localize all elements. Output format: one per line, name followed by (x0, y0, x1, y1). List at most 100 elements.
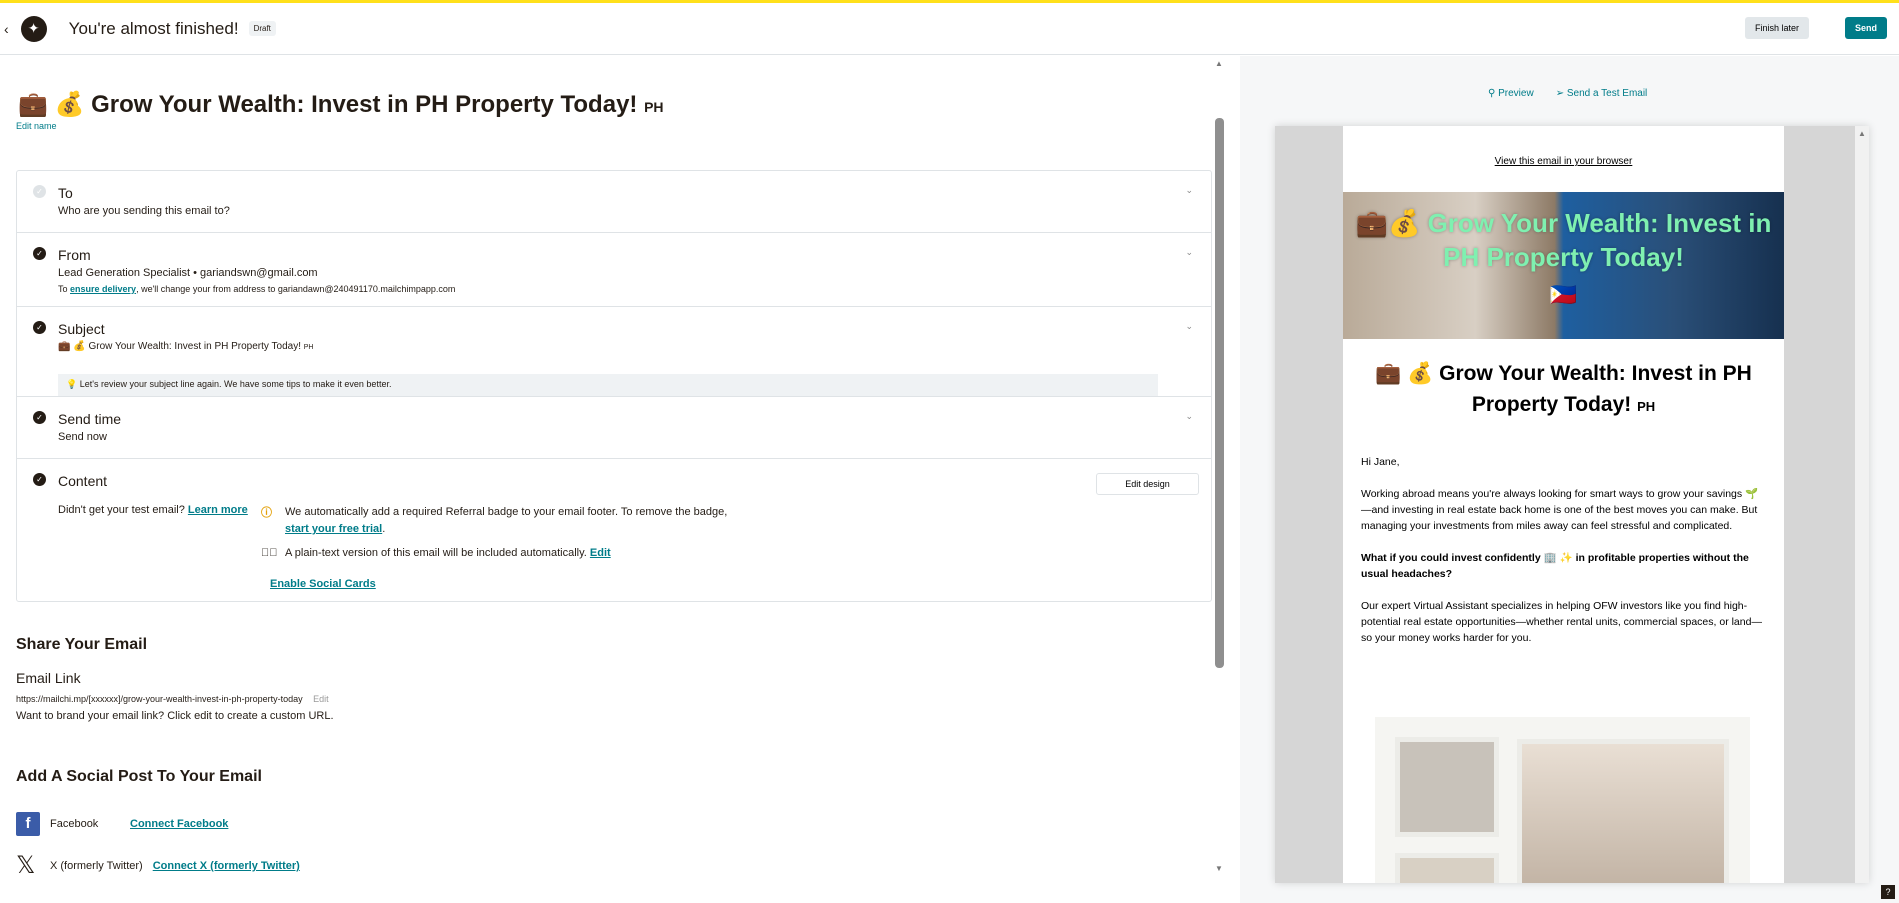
subject-suffix: PH (303, 344, 314, 351)
connect-x-link[interactable]: Connect X (formerly Twitter) (153, 860, 300, 872)
email-link-edit[interactable]: Edit (313, 694, 329, 704)
send-time-value: Send now (58, 431, 107, 443)
check-icon: ✓ (33, 247, 46, 260)
scroll-down-arrow[interactable]: ▼ (1215, 864, 1223, 873)
checklist-card: ✓ To Who are you sending this email to? … (16, 170, 1212, 602)
check-circle-icon: ✓⃝ (261, 547, 278, 559)
email-paragraph: Working abroad means you're always looki… (1361, 488, 1759, 532)
checklist-panel: 💼 💰 Grow Your Wealth: Invest in PH Prope… (0, 56, 1235, 903)
badge-note-text: We automatically add a required Referral… (285, 506, 728, 518)
bedroom-photo (1517, 739, 1729, 883)
email-body: View this email in your browser 💼💰 Grow … (1343, 126, 1784, 883)
send-icon: ➢ (1555, 88, 1565, 99)
share-section: Share Your Email Email Link https://mail… (16, 636, 334, 722)
header: ‹ ✦ You're almost finished! Draft Finish… (0, 3, 1899, 55)
search-icon: ⚲ (1488, 88, 1496, 99)
chevron-down-icon[interactable]: ⌄ (1185, 247, 1193, 258)
connect-facebook-link[interactable]: Connect Facebook (130, 818, 228, 830)
email-heading-suffix: PH (1637, 399, 1656, 414)
from-note: To ensure delivery, we'll change your fr… (58, 284, 455, 294)
check-icon: ✓ (33, 321, 46, 334)
kitchen-photo (1395, 853, 1499, 883)
test-q-text: Didn't get your test email? (58, 504, 185, 516)
test-email-question: Didn't get your test email? Learn more (58, 504, 248, 516)
tip-text: Let's review your subject line again. We… (79, 379, 392, 389)
referral-badge-note: We automatically add a required Referral… (285, 506, 728, 535)
back-chevron-icon[interactable]: ‹ (4, 21, 9, 37)
checklist-row-content: ✓ Content Edit design Didn't get your te… (17, 459, 1211, 602)
row-title: From (58, 247, 91, 263)
scroll-up-arrow[interactable]: ▲ (1858, 129, 1866, 138)
x-logo-icon: 𝕏 (16, 852, 36, 879)
plain-text-note: A plain-text version of this email will … (285, 547, 611, 559)
row-title: Send time (58, 411, 122, 427)
email-paragraph: Our expert Virtual Assistant specializes… (1361, 600, 1762, 644)
send-button[interactable]: Send (1844, 17, 1887, 39)
help-button[interactable]: ? (1881, 885, 1895, 899)
from-sender: Lead Generation Specialist • gariandswn@… (58, 267, 318, 279)
view-in-browser-link[interactable]: View this email in your browser (1343, 156, 1784, 167)
check-icon: ✓ (33, 411, 46, 424)
lightbulb-icon: 💡 (66, 379, 78, 389)
edit-name-link[interactable]: Edit name (16, 121, 57, 131)
email-greeting: Hi Jane, (1361, 456, 1400, 468)
mailchimp-logo[interactable]: ✦ (20, 15, 47, 42)
hero-text: 💼💰 Grow Your Wealth: Invest in PH Proper… (1355, 208, 1772, 272)
finish-later-button[interactable]: Finish later (1744, 17, 1809, 39)
checklist-row-send-time[interactable]: ✓ Send time Send now ⌄ (17, 397, 1211, 459)
send-test-label: Send a Test Email (1566, 88, 1648, 99)
preview-scrollbar[interactable]: ▲ (1855, 126, 1869, 883)
page-title: You're almost finished! (68, 18, 239, 38)
ensure-delivery-link[interactable]: ensure delivery (70, 284, 136, 294)
send-test-email-button[interactable]: ➢ Send a Test Email (1556, 88, 1648, 99)
free-trial-link[interactable]: start your free trial (285, 523, 382, 535)
row-title: Content (58, 473, 108, 489)
property-photo-collage (1375, 717, 1750, 883)
email-link-url: https://mailchi.mp/[xxxxxx]/grow-your-we… (16, 694, 303, 704)
edit-design-button[interactable]: Edit design (1096, 473, 1199, 495)
email-link-label: Email Link (16, 670, 81, 686)
hero-image: 💼💰 Grow Your Wealth: Invest in PH Proper… (1343, 192, 1784, 339)
preview-button[interactable]: ⚲ Preview (1488, 88, 1534, 99)
subject-text: 💼 💰 Grow Your Wealth: Invest in PH Prope… (58, 341, 301, 352)
x-label: X (formerly Twitter) (50, 860, 143, 872)
bathroom-photo (1395, 737, 1499, 837)
warning-icon: ⓘ (261, 507, 272, 519)
note-prefix: To (58, 284, 71, 294)
enable-social-cards-link[interactable]: Enable Social Cards (270, 578, 376, 590)
campaign-title: 💼 💰 Grow Your Wealth: Invest in PH Prope… (18, 90, 664, 119)
plain-text-text: A plain-text version of this email will … (285, 547, 587, 559)
chevron-down-icon[interactable]: ⌄ (1185, 321, 1193, 332)
checklist-row-to[interactable]: ✓ To Who are you sending this email to? … (17, 171, 1211, 233)
learn-more-link[interactable]: Learn more (188, 504, 248, 516)
facebook-icon: f (16, 812, 40, 836)
chevron-down-icon[interactable]: ⌄ (1185, 185, 1193, 196)
preview-label: Preview (1498, 88, 1534, 99)
check-icon: ✓ (33, 473, 46, 486)
check-icon: ✓ (33, 185, 46, 198)
campaign-title-suffix: PH (644, 99, 664, 115)
subject-value: 💼 💰 Grow Your Wealth: Invest in PH Prope… (58, 341, 314, 352)
chevron-down-icon[interactable]: ⌄ (1185, 411, 1193, 422)
facebook-label: Facebook (50, 818, 99, 830)
note-suffix: , we'll change your from address to gari… (136, 284, 456, 294)
scrollbar[interactable] (1215, 118, 1224, 668)
row-subtitle: Who are you sending this email to? (58, 205, 230, 217)
plain-text-edit-link[interactable]: Edit (590, 547, 611, 559)
email-preview-frame: View this email in your browser 💼💰 Grow … (1275, 126, 1869, 883)
email-heading: 💼 💰 Grow Your Wealth: Invest in PH Prope… (1363, 358, 1764, 422)
email-link-hint: Want to brand your email link? Click edi… (16, 710, 334, 722)
social-title: Add A Social Post To Your Email (16, 768, 262, 785)
row-title: To (58, 185, 73, 201)
subject-tip: 💡 Let's review your subject line again. … (58, 374, 1158, 396)
checklist-row-from[interactable]: ✓ From Lead Generation Specialist • gari… (17, 233, 1211, 307)
status-badge: Draft (248, 21, 276, 36)
ph-flag-icon: 🇵🇭 (1549, 282, 1578, 307)
campaign-title-text: 💼 💰 Grow Your Wealth: Invest in PH Prope… (18, 91, 638, 118)
preview-panel: ⚲ Preview ➢ Send a Test Email View this … (1240, 56, 1899, 903)
email-paragraph-bold: What if you could invest confidently 🏢 ✨… (1361, 552, 1749, 580)
checklist-row-subject[interactable]: ✓ Subject 💼 💰 Grow Your Wealth: Invest i… (17, 307, 1211, 397)
scroll-up-arrow[interactable]: ▲ (1215, 59, 1223, 68)
row-title: Subject (58, 321, 105, 337)
email-heading-text: 💼 💰 Grow Your Wealth: Invest in PH Prope… (1375, 362, 1752, 416)
